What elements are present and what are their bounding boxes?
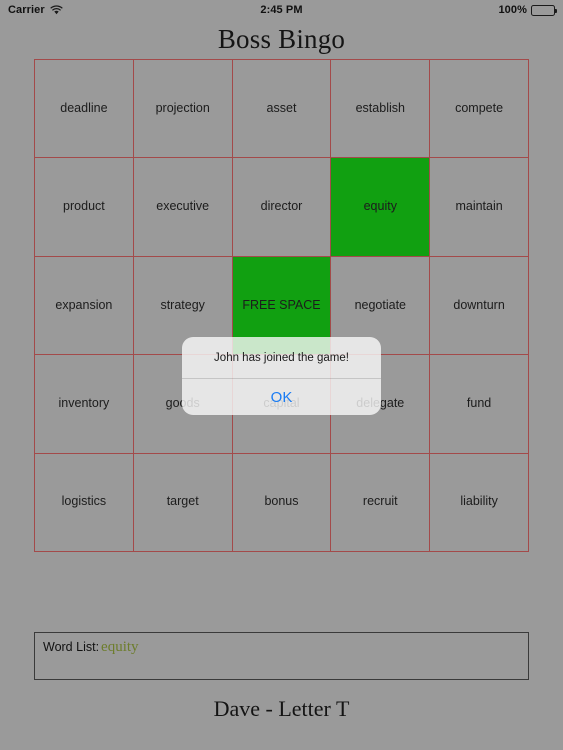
page-title: Boss Bingo	[217, 24, 346, 54]
alert-ok-button[interactable]: OK	[182, 379, 381, 415]
bingo-cell[interactable]: asset	[232, 60, 332, 159]
word-list-panel: Word List: equity	[34, 632, 529, 680]
status-bar-right: 100%	[498, 4, 558, 16]
word-list-words: equity	[101, 639, 139, 655]
bingo-cell[interactable]: expansion	[35, 256, 134, 356]
bingo-cell[interactable]: logistics	[35, 453, 134, 552]
bingo-cell[interactable]: director	[232, 158, 332, 257]
bingo-cell[interactable]: bonus	[232, 453, 332, 552]
bingo-cell[interactable]: liability	[430, 453, 529, 552]
bingo-cell[interactable]: executive	[133, 158, 233, 257]
bingo-board: deadline projection asset establish comp…	[34, 59, 529, 552]
bingo-cell[interactable]: compete	[430, 60, 529, 159]
status-bar-clock: 2:45 PM	[260, 4, 303, 16]
bingo-cell[interactable]: projection	[133, 60, 233, 159]
bingo-cell[interactable]: maintain	[430, 158, 529, 257]
bingo-cell[interactable]: deadline	[35, 60, 134, 159]
alert-dialog: John has joined the game! OK	[182, 337, 381, 415]
bingo-cell[interactable]: recruit	[331, 453, 431, 552]
bingo-cell[interactable]: target	[133, 453, 233, 552]
battery-full-icon	[531, 4, 558, 16]
alert-message: John has joined the game!	[214, 351, 349, 364]
word-list-label: Word List:	[43, 640, 100, 654]
status-bar: Carrier 2:45 PM 100%	[0, 0, 563, 20]
bingo-cell[interactable]: product	[35, 158, 134, 257]
bingo-cell-marked[interactable]: equity	[331, 158, 431, 257]
battery-percent-label: 100%	[498, 4, 527, 16]
bingo-cell[interactable]: fund	[430, 355, 529, 454]
player-status: Dave - Letter T	[213, 696, 350, 721]
bingo-cell[interactable]: downturn	[430, 256, 529, 356]
bingo-cell[interactable]: establish	[331, 60, 431, 159]
bingo-cell[interactable]: inventory	[35, 355, 134, 454]
